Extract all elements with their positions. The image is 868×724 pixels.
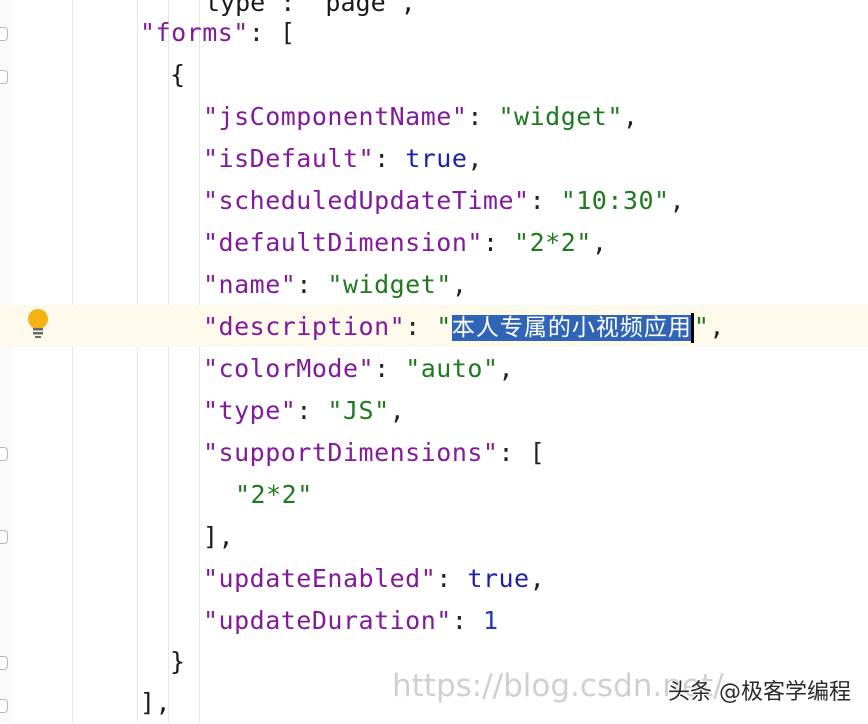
quote: " [693, 312, 710, 341]
json-key: "isDefault" [203, 144, 375, 173]
fold-marker-icon[interactable] [0, 530, 8, 544]
code-line-defaultDimension: "defaultDimension": "2*2", [203, 222, 607, 264]
code-line-jsComponentName: "jsComponentName": "widget", [203, 96, 638, 138]
indent-guide [137, 0, 138, 722]
comma: , [389, 396, 406, 425]
code-line-object-open: { [170, 60, 186, 89]
toutiao-watermark: 头条 @极客学编程 [668, 680, 851, 705]
json-key: "updateDuration" [203, 606, 452, 635]
separator: : [529, 186, 561, 215]
json-value: true [405, 144, 468, 173]
editor-gutter [0, 0, 12, 722]
separator: : [467, 102, 499, 131]
json-key: "type" [203, 396, 297, 425]
quote: " [436, 312, 452, 341]
code-line-scheduledUpdateTime: "scheduledUpdateTime": "10:30", [203, 180, 685, 222]
json-value: "JS" [327, 396, 390, 425]
code-line-name: "name": "widget", [203, 264, 467, 306]
fold-marker-icon[interactable] [0, 70, 8, 84]
code-line-supportDimensions: "supportDimensions": [ [203, 432, 545, 474]
separator: : [248, 18, 280, 47]
selected-text[interactable]: 本人专属的小视频应用 [451, 315, 692, 341]
code-line-forms: "forms": [ [140, 12, 296, 54]
bracket: [ [279, 18, 296, 47]
json-key: "updateEnabled" [203, 564, 437, 593]
code-line-array-close: ], [203, 522, 235, 551]
code-line-updateEnabled: "updateEnabled": true, [203, 558, 545, 600]
separator: : [374, 144, 406, 173]
separator: : [436, 564, 468, 593]
json-value: "10:30" [560, 186, 670, 215]
separator: : [498, 438, 530, 467]
json-value: "widget" [498, 102, 623, 131]
code-line-forms-close: ], [140, 688, 172, 717]
comma: , [591, 228, 608, 257]
separator: : [374, 354, 406, 383]
separator: : [296, 396, 328, 425]
fold-marker-icon[interactable] [0, 447, 8, 461]
intention-bulb-icon[interactable] [25, 307, 51, 339]
separator: : [482, 228, 515, 257]
json-key: "scheduledUpdateTime" [203, 186, 530, 215]
comma: , [529, 564, 546, 593]
comma: , [669, 186, 686, 215]
separator: : [451, 606, 483, 635]
comma: , [467, 144, 483, 173]
code-line-type: "type": "JS", [203, 390, 405, 432]
comma: , [498, 354, 515, 383]
json-key: "forms" [140, 18, 249, 47]
json-key: "colorMode" [203, 354, 375, 383]
fold-marker-icon[interactable] [0, 27, 8, 41]
code-line-isDefault: "isDefault": true, [203, 138, 483, 180]
json-value: "widget" [327, 270, 452, 299]
indent-guide [168, 0, 169, 722]
separator: : [405, 312, 437, 341]
json-key: "defaultDimension" [203, 228, 483, 257]
indent-guide [199, 0, 200, 722]
code-line-description: "description": "本人专属的小视频应用", [203, 306, 725, 348]
fold-marker-icon[interactable] [0, 656, 8, 670]
indent-guide [72, 0, 73, 722]
json-key: "description" [203, 312, 406, 341]
json-key: "name" [203, 270, 297, 299]
json-key: "jsComponentName" [203, 102, 468, 131]
json-value: 1 [482, 606, 499, 635]
comma: , [709, 312, 725, 341]
bracket: [ [529, 438, 546, 467]
code-line-object-close: } [170, 647, 186, 676]
json-value: "auto" [405, 354, 499, 383]
json-key: "supportDimensions" [203, 438, 499, 467]
json-value: "2*2" [514, 228, 592, 257]
comma: , [451, 270, 468, 299]
code-line-dimension-item: "2*2" [235, 480, 313, 509]
code-line-colorMode: "colorMode": "auto", [203, 348, 514, 390]
code-line-updateDuration: "updateDuration": 1 [203, 600, 499, 642]
json-value: true [467, 564, 530, 593]
fold-marker-icon[interactable] [0, 699, 8, 713]
comma: , [622, 102, 639, 131]
separator: : [296, 270, 328, 299]
